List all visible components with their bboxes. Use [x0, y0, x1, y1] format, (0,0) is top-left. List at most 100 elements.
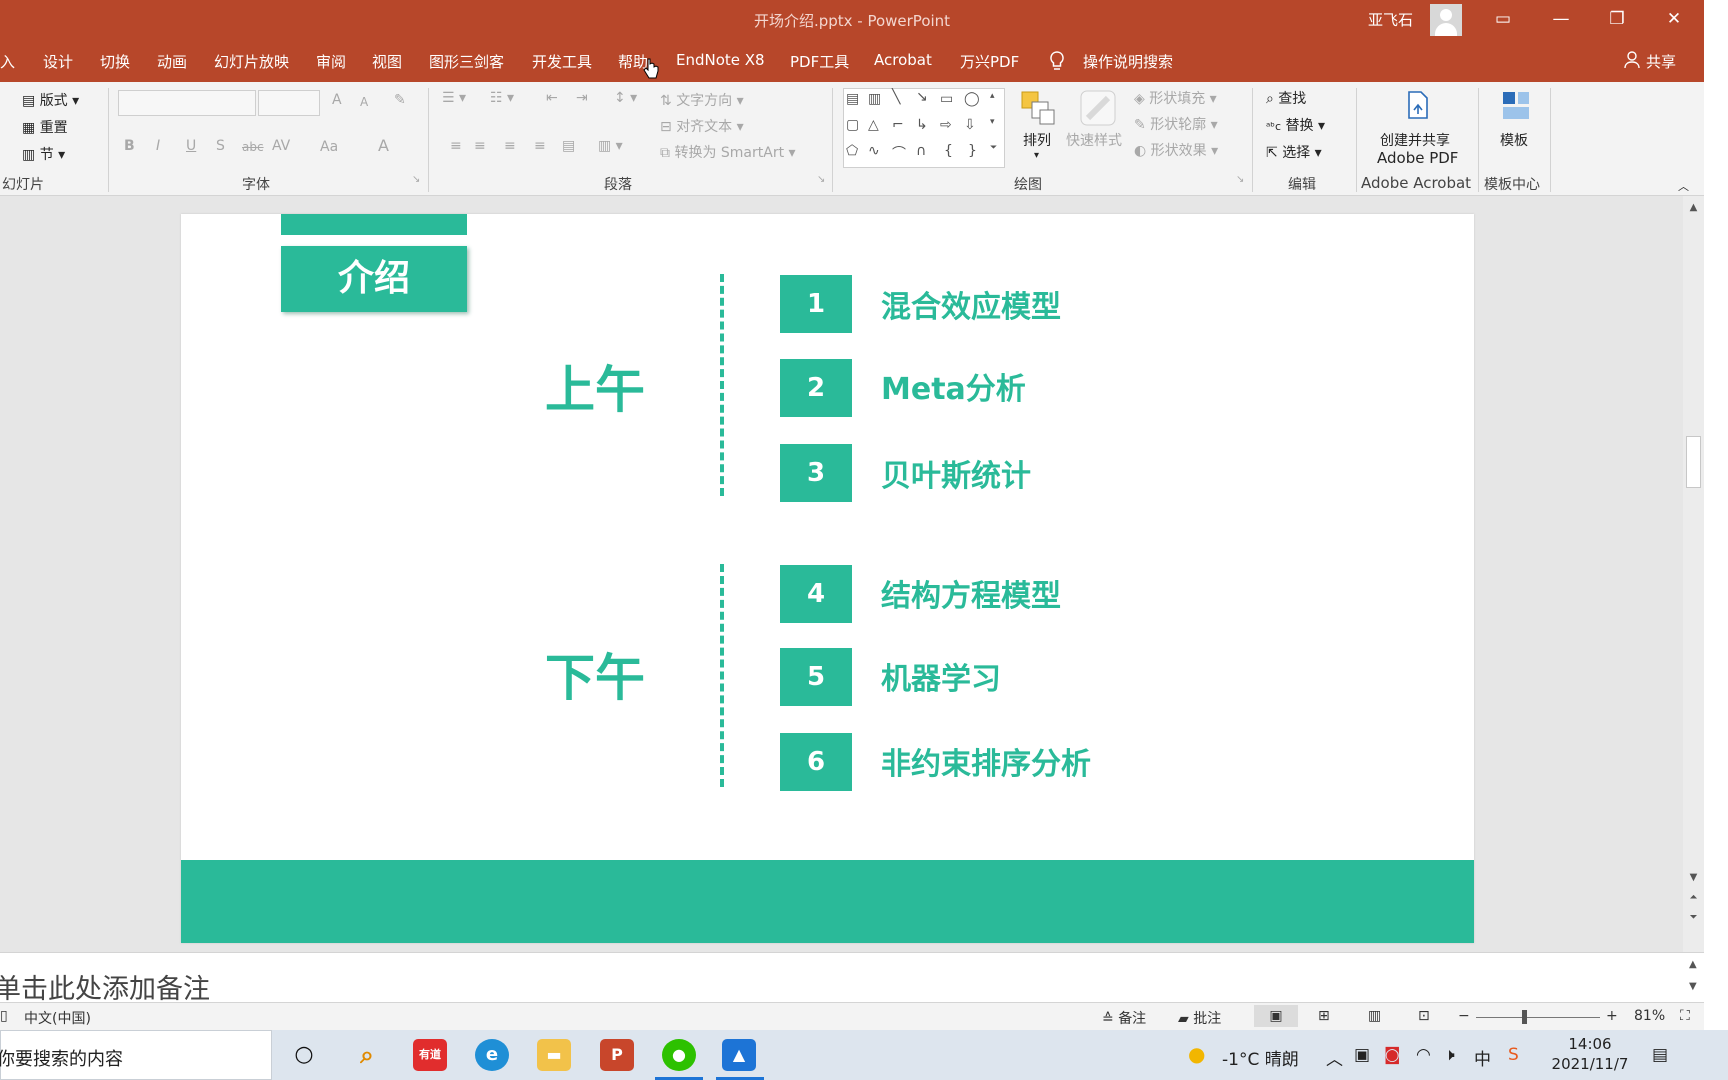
close-button[interactable]: ✕ — [1659, 6, 1689, 32]
zoom-slider-thumb[interactable] — [1522, 1010, 1527, 1024]
zoom-slider[interactable] — [1476, 1017, 1600, 1018]
tray-overflow-icon[interactable]: ︿ — [1326, 1045, 1343, 1070]
replace-button[interactable]: ᵃᵇc 替换 ▾ — [1266, 115, 1325, 135]
notes-scroll-up-icon[interactable]: ▲ — [1689, 959, 1697, 970]
cortana-icon[interactable]: ○ — [287, 1039, 321, 1071]
slide-sorter-button[interactable]: ⊞ — [1318, 1008, 1330, 1024]
fit-to-window-icon[interactable]: ⛶ — [1680, 1008, 1690, 1024]
tab-animations[interactable]: 动画 — [157, 51, 187, 72]
find-button[interactable]: ⌕ 查找 — [1266, 88, 1306, 108]
comments-toggle-button[interactable]: ▰ 批注 — [1178, 1008, 1221, 1028]
notes-toggle-button[interactable]: ≙ 备注 — [1102, 1008, 1146, 1028]
bullets-button[interactable]: ☰ ▾ — [442, 90, 466, 106]
textbox-shape-icon[interactable]: ▤ — [846, 91, 859, 107]
morning-heading[interactable]: 上午 — [545, 350, 645, 422]
font-name-input[interactable] — [118, 90, 256, 116]
tab-slideshow[interactable]: 幻灯片放映 — [214, 51, 289, 72]
left-brace-shape-icon[interactable]: { — [944, 143, 953, 159]
tab-wondershare-pdf[interactable]: 万兴PDF — [960, 51, 1019, 72]
gallery-scroll-down-icon[interactable]: ▾ — [990, 117, 995, 127]
justify-button[interactable]: ≡ — [534, 138, 546, 154]
notes-pane[interactable]: 单击此处添加备注 ▲ ▼ — [0, 952, 1704, 1005]
photos-icon[interactable]: ▲ — [722, 1039, 756, 1071]
scroll-thumb[interactable] — [1686, 436, 1701, 488]
topic-machine-learning[interactable]: 机器学习 — [881, 654, 1001, 698]
grow-font-button[interactable]: A — [332, 92, 342, 108]
ime-indicator[interactable]: 中 — [1474, 1045, 1491, 1070]
char-spacing-button[interactable]: AV — [272, 138, 290, 154]
footer-band[interactable] — [181, 860, 1474, 943]
section-button[interactable]: ▥ 节 ▾ — [22, 144, 65, 164]
spellcheck-icon[interactable]: ▯ — [0, 1008, 8, 1024]
ribbon-display-options-button[interactable]: ▭ — [1488, 6, 1518, 32]
shape-outline-button[interactable]: ✎ 形状轮廓 ▾ — [1134, 114, 1218, 134]
create-share-pdf-button-line2[interactable]: Adobe PDF — [1377, 149, 1458, 167]
font-size-input[interactable] — [258, 90, 320, 116]
next-slide-icon[interactable]: ⏷ — [1683, 912, 1704, 923]
slide[interactable]: 介绍 上午 1 混合效应模型 2 Meta分析 3 贝叶斯统计 下午 4 结构方… — [181, 214, 1474, 943]
scroll-down-icon[interactable]: ▼ — [1683, 872, 1704, 883]
zoom-level[interactable]: 81% — [1634, 1008, 1665, 1024]
network-icon[interactable]: ◠ — [1416, 1045, 1431, 1065]
change-case-button[interactable]: Aa — [320, 139, 338, 155]
topic-number-3[interactable]: 3 — [780, 444, 852, 502]
edge-icon[interactable]: e — [475, 1039, 509, 1071]
curve-shape-icon[interactable]: ∩ — [916, 143, 926, 159]
align-right-button[interactable]: ≡ — [504, 138, 516, 154]
arc-shape-icon[interactable]: ⌒ — [892, 143, 906, 163]
rounded-rect-shape-icon[interactable]: ▢ — [846, 117, 859, 133]
gallery-more-icon[interactable]: ⏷ — [990, 143, 997, 153]
taskbar-clock[interactable]: 14:06 2021/11/7 — [1548, 1034, 1632, 1074]
down-arrow-shape-icon[interactable]: ⇩ — [964, 117, 976, 133]
topic-number-4[interactable]: 4 — [780, 565, 852, 623]
text-direction-button[interactable]: ⇅ 文字方向 ▾ — [660, 90, 744, 110]
create-share-pdf-button-line1[interactable]: 创建并共享 — [1380, 130, 1450, 150]
right-brace-shape-icon[interactable]: } — [968, 143, 977, 159]
user-name[interactable]: 亚飞石 — [1368, 9, 1413, 30]
tab-view[interactable]: 视图 — [372, 51, 402, 72]
right-arrow-shape-icon[interactable]: ⇨ — [940, 117, 952, 133]
tab-design[interactable]: 设计 — [43, 51, 73, 72]
drawing-dialog-launcher[interactable]: ↘ — [1236, 174, 1244, 185]
shape-fill-button[interactable]: ◈ 形状填充 ▾ — [1134, 88, 1217, 108]
freeform-shape-icon[interactable]: ⬠ — [846, 143, 858, 159]
distributed-button[interactable]: ▤ — [562, 138, 575, 154]
youdao-icon[interactable]: 有道 — [413, 1039, 447, 1071]
gallery-scroll-up-icon[interactable]: ▴ — [990, 91, 995, 101]
topic-mixed-effects[interactable]: 混合效应模型 — [881, 282, 1061, 326]
taskbar-search-placeholder[interactable]: 你要搜索的内容 — [0, 1045, 123, 1071]
share-button[interactable]: 共享 — [1646, 51, 1676, 72]
tab-insert[interactable]: 入 — [0, 51, 15, 72]
powerpoint-icon[interactable]: P — [600, 1039, 634, 1071]
slide-editing-area[interactable]: 介绍 上午 1 混合效应模型 2 Meta分析 3 贝叶斯统计 下午 4 结构方… — [0, 196, 1704, 952]
vertical-scrollbar[interactable]: ▲ ▼ ⏶ ⏷ — [1683, 196, 1704, 952]
arrange-dropdown-icon[interactable]: ▾ — [1034, 150, 1039, 161]
slideshow-button[interactable]: ⊡ — [1418, 1008, 1430, 1024]
taskbar-search-box[interactable]: 你要搜索的内容 — [0, 1030, 272, 1080]
topic-ordination[interactable]: 非约束排序分析 — [881, 739, 1091, 783]
zoom-in-button[interactable]: + — [1606, 1008, 1618, 1024]
tab-developer[interactable]: 开发工具 — [532, 51, 592, 72]
file-explorer-icon[interactable]: ▬ — [537, 1039, 571, 1071]
font-color-button[interactable]: A — [378, 136, 389, 155]
increase-indent-button[interactable]: ⇥ — [576, 90, 588, 106]
decrease-indent-button[interactable]: ⇤ — [546, 90, 558, 106]
align-left-button[interactable]: ≡ — [450, 138, 462, 154]
select-button[interactable]: ⇱ 选择 ▾ — [1266, 142, 1322, 162]
strikethrough-button[interactable]: abc — [242, 140, 264, 154]
shrink-font-button[interactable]: A — [360, 95, 368, 109]
tab-graphics-addin[interactable]: 图形三剑客 — [429, 51, 504, 72]
language-indicator[interactable]: 中文(中国) — [24, 1008, 91, 1028]
tab-endnote[interactable]: EndNote X8 — [676, 51, 765, 69]
text-shadow-button[interactable]: S — [216, 138, 225, 154]
tell-me-search[interactable]: 操作说明搜索 — [1083, 51, 1173, 72]
quick-styles-button[interactable]: 快速样式 — [1066, 130, 1122, 150]
sogou-ime-icon[interactable]: S — [1508, 1045, 1519, 1065]
italic-button[interactable]: I — [156, 138, 160, 154]
scribble-shape-icon[interactable]: ∿ — [868, 143, 880, 159]
arrange-button[interactable]: 排列 — [1023, 130, 1051, 150]
layout-button[interactable]: ▤ 版式 ▾ — [22, 90, 79, 110]
afternoon-heading[interactable]: 下午 — [545, 638, 645, 710]
shapes-gallery[interactable]: ▤ ▥ ╲ ↘ ▭ ◯ ▢ △ ⌐ ↳ ⇨ ⇩ ⬠ ∿ ⌒ ∩ { } ▴ ▾ … — [843, 88, 1005, 168]
triangle-shape-icon[interactable]: △ — [868, 117, 879, 133]
